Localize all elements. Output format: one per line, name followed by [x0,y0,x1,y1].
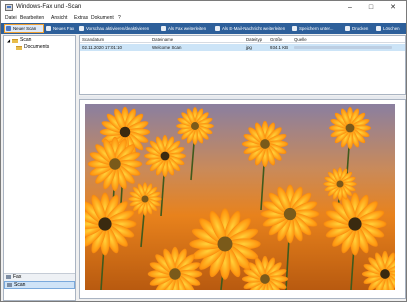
flower-shape [87,136,143,192]
menu-datei[interactable]: Datei [5,15,17,21]
flower-shape [189,208,261,280]
folder-icon [16,46,22,50]
nav-fax[interactable]: Fax [4,273,75,281]
flower-shape [329,107,371,149]
menu-bearbeiten[interactable]: Bearbeiten [20,15,44,21]
delete-label: Löschen [383,26,400,31]
new-scan-button[interactable]: Neuer Scan [4,24,44,33]
fax-scan-app-icon [5,4,13,11]
forward-email-label: Als E-Mail-Nachricht weiterleiten [222,26,286,31]
table-row[interactable]: 02.11.2020 17:01:10 Welcome Scan jpg 934… [80,44,405,51]
save-as-label: Speichern unter... [299,26,334,31]
forward-email-button[interactable]: Als E-Mail-Nachricht weiterleiten [214,24,290,33]
toolbar: Neuer Scan Neues Fax Vorschau aktivieren… [1,23,406,34]
menu-extras[interactable]: Extras [74,15,88,21]
nav-scan-label: Scan [14,282,26,288]
scanner-icon [6,26,11,31]
column-header-filename[interactable]: Dateiname [152,36,173,43]
source-path-blurred [294,46,392,49]
save-as-button[interactable]: Speichern unter... [291,24,341,33]
folder-tree-panel: ◢ Scan Documents Fax Scan [3,35,76,301]
menu-ansicht[interactable]: Ansicht [51,15,67,21]
scanner-icon [7,283,12,287]
list-header: Scandatum Dateiname Dateityp Größe Quell… [80,36,405,43]
toggle-preview-label: Vorschau aktivieren/deaktivieren [86,26,150,31]
flower-shape [176,107,214,145]
close-button[interactable]: ✕ [381,1,405,14]
flower-shape [260,184,320,244]
app-window: Windows-Fax und -Scan – □ ✕ Datei Bearbe… [0,0,407,302]
forward-mail-icon [215,26,220,31]
document-list: Scandatum Dateiname Dateityp Größe Quell… [79,35,406,95]
column-header-source[interactable]: Quelle [294,36,307,43]
save-icon [292,26,297,31]
window-title: Windows-Fax und -Scan [16,4,82,10]
collapse-arrow-icon[interactable]: ◢ [7,37,10,44]
cell-date: 02.11.2020 17:01:10 [82,45,122,50]
print-label: Drucken [352,26,369,31]
print-button[interactable]: Drucken [344,24,374,33]
forward-fax-icon [161,26,166,31]
cell-filename: Welcome Scan [152,45,182,50]
cell-filetype: jpg [246,45,252,50]
tree-root-label: Scan [20,37,32,43]
print-icon [345,26,350,31]
menu-bar: Datei Bearbeiten Ansicht Extras Dokument… [1,14,406,23]
folder-icon [12,39,18,43]
delete-button[interactable]: Löschen [375,24,405,33]
new-scan-label: Neuer Scan [13,26,37,31]
forward-fax-button[interactable]: Als Fax weiterleiten [160,24,213,33]
new-fax-label: Neues Fax [53,26,75,31]
column-header-date[interactable]: Scandatum [82,36,104,43]
tree-item-documents[interactable]: Documents [15,44,49,51]
maximize-button[interactable]: □ [359,1,383,14]
delete-icon [376,26,381,31]
title-bar: Windows-Fax und -Scan – □ ✕ [1,1,406,14]
tree-item-scan[interactable]: ◢ Scan [6,37,31,44]
nav-scan[interactable]: Scan [4,281,75,289]
menu-help[interactable]: ? [118,15,121,21]
cell-size: 934.1 KB [270,45,289,50]
nav-fax-label: Fax [13,274,22,280]
scan-preview-image [85,104,395,290]
new-fax-button[interactable]: Neues Fax [45,24,75,33]
preview-icon [79,26,84,31]
column-header-size[interactable]: Größe [270,36,282,43]
forward-fax-label: Als Fax weiterleiten [168,26,207,31]
flower-shape [323,192,387,256]
fax-icon [6,275,11,279]
tree-child-label: Documents [24,44,50,50]
preview-pane [79,99,406,299]
flower-shape [144,135,186,177]
fax-icon [46,26,51,31]
toggle-preview-button[interactable]: Vorschau aktivieren/deaktivieren [78,24,158,33]
flower-shape [323,167,357,201]
flower-shape [241,120,289,168]
column-header-filetype[interactable]: Dateityp [246,36,262,43]
menu-dokument[interactable]: Dokument [91,15,114,21]
flower-shape [128,182,162,216]
